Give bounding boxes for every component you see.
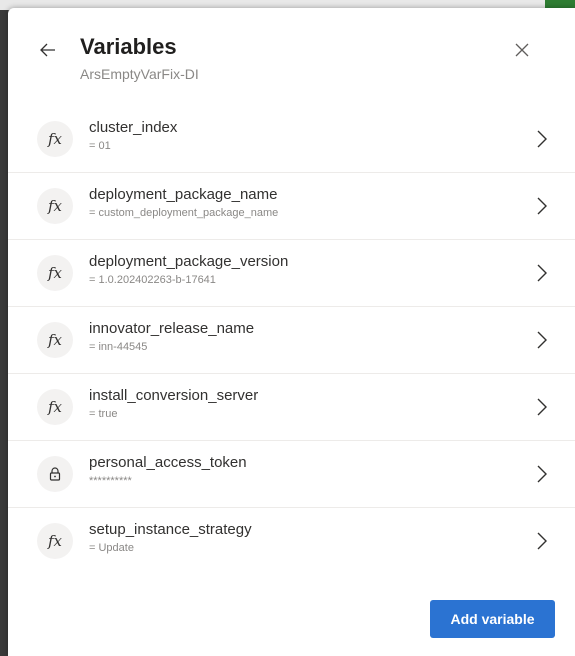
variables-panel: Variables ArsEmptyVarFix-DI fx cluster_in… <box>8 8 575 656</box>
chevron-right-icon <box>536 398 550 416</box>
function-fx-icon: fx <box>37 255 73 291</box>
close-button[interactable] <box>510 38 534 62</box>
variable-name: deployment_package_version <box>89 253 289 270</box>
variable-value: = true <box>89 408 118 420</box>
variable-row-install-conversion-server[interactable]: fx install_conversion_server = true <box>8 374 575 441</box>
function-fx-icon: fx <box>37 188 73 224</box>
chevron-right-icon <box>536 130 550 148</box>
variable-name: innovator_release_name <box>89 320 255 337</box>
variable-row-cluster-index[interactable]: fx cluster_index = 01 <box>8 106 575 173</box>
variable-row-deployment-package-name[interactable]: fx deployment_package_name = custom_deploy… <box>8 173 575 240</box>
variable-value: = inn-44545 <box>89 341 148 353</box>
variable-value: = 1.0.202402263-b-17641 <box>89 274 216 286</box>
back-button[interactable] <box>36 38 60 62</box>
chevron-right-icon <box>536 264 550 282</box>
chevron-right-icon <box>536 532 550 550</box>
variable-name: install_conversion_server <box>89 387 259 404</box>
close-icon <box>515 43 529 57</box>
variable-name: setup_instance_strategy <box>89 521 252 538</box>
variable-row-innovator-release-name[interactable]: fx innovator_release_name = inn-44545 <box>8 307 575 374</box>
arrow-left-icon <box>40 43 55 57</box>
variable-value: = 01 <box>89 140 111 152</box>
variable-value: = custom_deployment_package_name <box>89 207 279 219</box>
panel-header: Variables ArsEmptyVarFix-DI <box>8 8 575 106</box>
background-dimmed-area <box>0 0 8 656</box>
panel-subtitle: ArsEmptyVarFix-DI <box>80 66 199 82</box>
chevron-right-icon <box>536 331 550 349</box>
variable-value: = Update <box>89 542 134 554</box>
function-fx-icon: fx <box>37 121 73 157</box>
variable-value: ********** <box>89 475 132 487</box>
variable-list: fx cluster_index = 01 fx deployment_package_… <box>8 106 575 574</box>
panel-title: Variables <box>80 34 177 59</box>
variable-name: personal_access_token <box>89 454 247 471</box>
function-fx-icon: fx <box>37 322 73 358</box>
variable-row-deployment-package-version[interactable]: fx deployment_package_version = 1.0.202402… <box>8 240 575 307</box>
variable-row-personal-access-token[interactable]: personal_access_token ********** <box>8 441 575 508</box>
variable-name: cluster_index <box>89 119 178 136</box>
chevron-right-icon <box>536 465 550 483</box>
function-fx-icon: fx <box>37 389 73 425</box>
chevron-right-icon <box>536 197 550 215</box>
function-fx-icon: fx <box>37 523 73 559</box>
variable-row-setup-instance-strategy[interactable]: fx setup_instance_strategy = Update <box>8 508 575 574</box>
lock-icon <box>37 456 73 492</box>
variable-name: deployment_package_name <box>89 186 278 203</box>
add-variable-button[interactable]: Add variable <box>430 600 555 638</box>
